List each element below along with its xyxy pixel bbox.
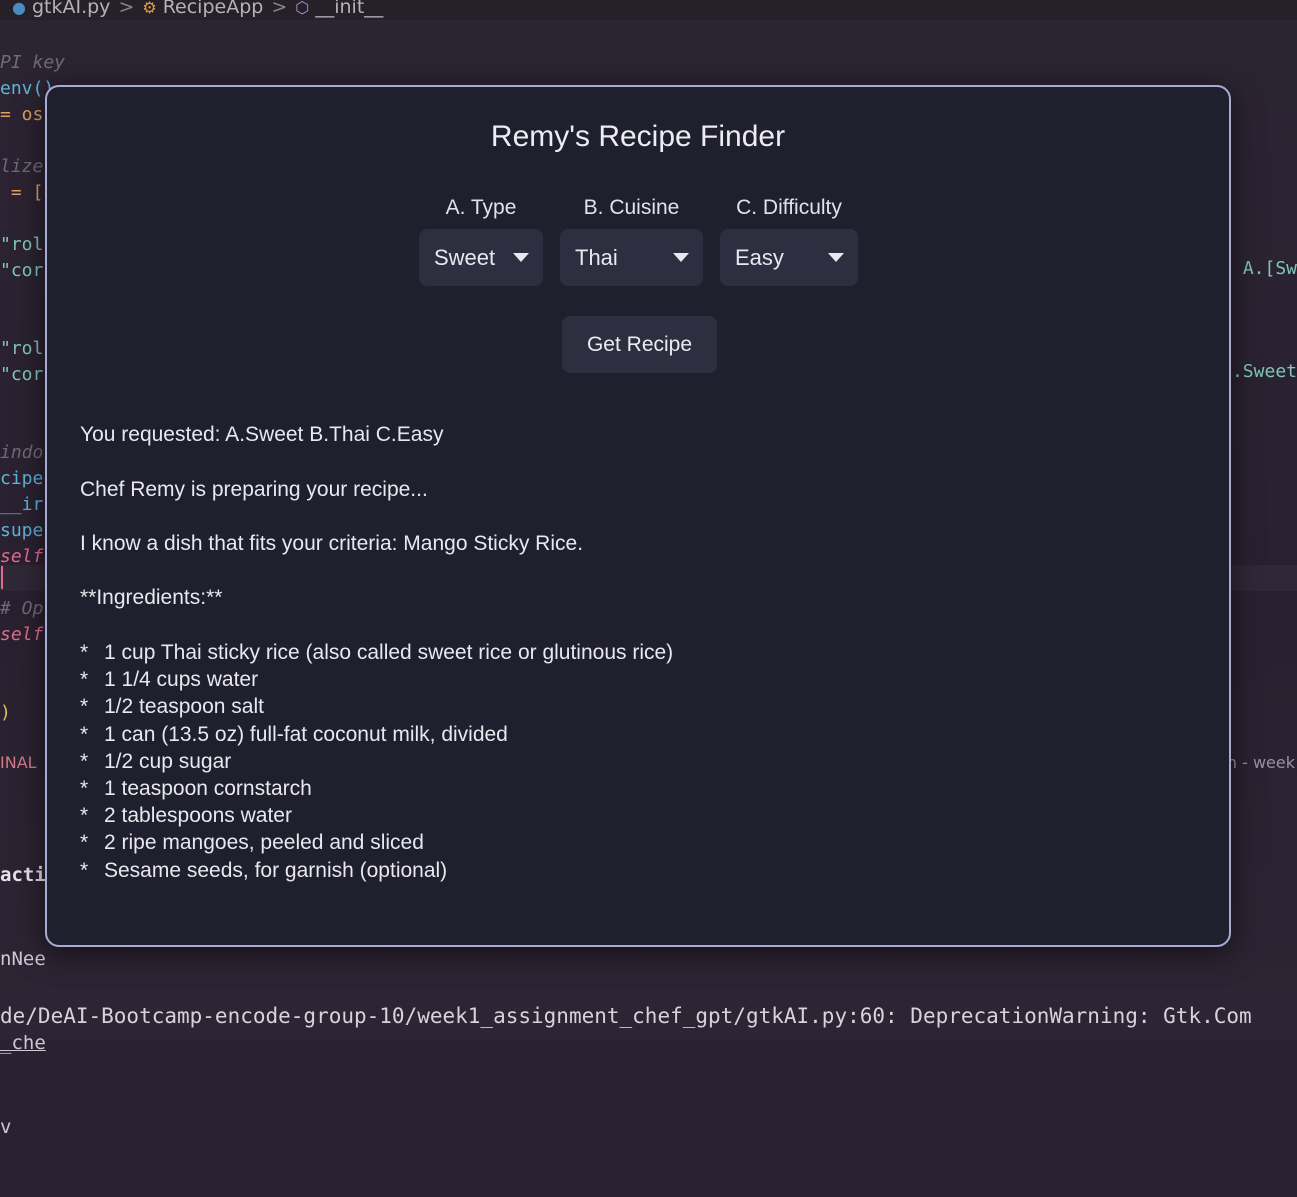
ingredient-item: * 1 teaspoon cornstarch xyxy=(80,777,312,801)
bullet-marker: * xyxy=(80,722,89,746)
terminal-output[interactable]: acti nNee _che v xyxy=(0,805,46,1197)
ingredient-item: * 2 tablespoons water xyxy=(80,804,292,828)
bullet-marker: * xyxy=(80,641,89,664)
breadcrumb: ● gtkAI.py > ⚙ RecipeApp > ⬡ __init__ xyxy=(0,0,1297,20)
terminal-line: nNee xyxy=(0,948,46,970)
type-value: Sweet xyxy=(434,244,496,270)
ingredient-text: 1 1/4 cups water xyxy=(104,668,259,692)
dish-message: I know a dish that fits your criteria: M… xyxy=(80,532,584,555)
code-fragment-right: .Sweet xyxy=(1231,361,1297,382)
chevron-right-icon: > xyxy=(271,0,288,18)
breadcrumb-file-label: gtkAI.py xyxy=(31,0,111,18)
ingredient-item: * 1/2 teaspoon salt xyxy=(80,695,264,719)
bullet-marker: * xyxy=(80,749,89,773)
ingredient-text: 1 can (13.5 oz) full-fat coconut milk, d… xyxy=(104,722,508,746)
terminal-line: _che xyxy=(0,1032,46,1054)
caret-down-icon xyxy=(513,253,529,262)
code-line: PI key xyxy=(0,52,66,73)
type-field: A. Type Sweet xyxy=(419,192,543,286)
ingredient-item: * 1/2 cup sugar xyxy=(80,750,231,774)
terminal-tab[interactable]: INAL xyxy=(0,753,37,772)
bullet-marker: * xyxy=(80,804,89,828)
terminal-title: h - week xyxy=(1226,753,1295,772)
terminal-warning-line: de/DeAI-Bootcamp-encode-group-10/week1_a… xyxy=(0,1004,1252,1028)
bullet-marker: * xyxy=(80,777,89,800)
window-title: Remy's Recipe Finder xyxy=(490,120,786,153)
breadcrumb-file[interactable]: ● gtkAI.py xyxy=(12,0,110,18)
request-summary: You requested: A.Sweet B.Thai C.Easy xyxy=(80,423,444,446)
bullet-marker: * xyxy=(80,831,89,855)
difficulty-label: C. Difficulty xyxy=(736,196,842,219)
ingredient-text: 1/2 cup sugar xyxy=(104,749,232,773)
ingredient-text: 1 teaspoon cornstarch xyxy=(104,777,312,800)
ingredient-item: * 1 can (13.5 oz) full-fat coconut milk, … xyxy=(80,723,508,747)
breadcrumb-method[interactable]: ⬡ __init__ xyxy=(295,0,383,18)
terminal-line: v xyxy=(0,1116,12,1138)
ingredient-text: Sesame seeds, for garnish (optional) xyxy=(104,858,448,882)
breadcrumb-class[interactable]: ⚙ RecipeApp xyxy=(142,0,263,18)
ingredient-item: * Sesame seeds, for garnish (optional) xyxy=(80,859,447,883)
preparing-message: Chef Remy is preparing your recipe... xyxy=(80,478,428,501)
terminal-line: acti xyxy=(0,864,46,886)
get-recipe-button[interactable]: Get Recipe xyxy=(562,316,717,373)
difficulty-value: Easy xyxy=(735,244,784,270)
type-label: A. Type xyxy=(445,196,517,219)
ingredient-item: * 1 1/4 cups water xyxy=(80,668,258,692)
difficulty-dropdown[interactable]: Easy xyxy=(720,229,858,286)
breadcrumb-method-label: __init__ xyxy=(315,0,384,18)
cuisine-value: Thai xyxy=(575,244,618,270)
python-file-icon: ● xyxy=(12,0,26,17)
cuisine-dropdown[interactable]: Thai xyxy=(560,229,703,286)
chevron-right-icon: > xyxy=(118,0,135,18)
ingredient-text: 2 tablespoons water xyxy=(104,804,292,828)
recipe-finder-window: Remy's Recipe Finder A. Type Sweet B. Cu… xyxy=(45,85,1231,947)
caret-down-icon xyxy=(828,253,844,262)
ingredient-item: * 1 cup Thai sticky rice (also called swe… xyxy=(80,641,673,665)
code-fragment-right: A.[Sw xyxy=(1242,258,1297,279)
type-dropdown[interactable]: Sweet xyxy=(419,229,543,286)
caret-down-icon xyxy=(673,253,689,262)
class-icon: ⚙ xyxy=(142,0,157,17)
ingredient-item: * 2 ripe mangoes, peeled and sliced xyxy=(80,831,424,855)
cuisine-label: B. Cuisine xyxy=(583,196,680,219)
breadcrumb-class-label: RecipeApp xyxy=(162,0,264,18)
method-cube-icon: ⬡ xyxy=(295,0,310,17)
cuisine-field: B. Cuisine Thai xyxy=(560,192,703,286)
ingredient-text: 1 cup Thai sticky rice (also called swee… xyxy=(104,641,674,664)
ingredient-text: 1/2 teaspoon salt xyxy=(104,695,264,719)
bullet-marker: * xyxy=(80,668,89,692)
bullet-marker: * xyxy=(80,858,89,882)
ingredients-header: **Ingredients:** xyxy=(80,586,223,609)
bullet-marker: * xyxy=(80,695,89,719)
ingredient-text: 2 ripe mangoes, peeled and sliced xyxy=(104,831,424,855)
difficulty-field: C. Difficulty Easy xyxy=(720,192,858,286)
